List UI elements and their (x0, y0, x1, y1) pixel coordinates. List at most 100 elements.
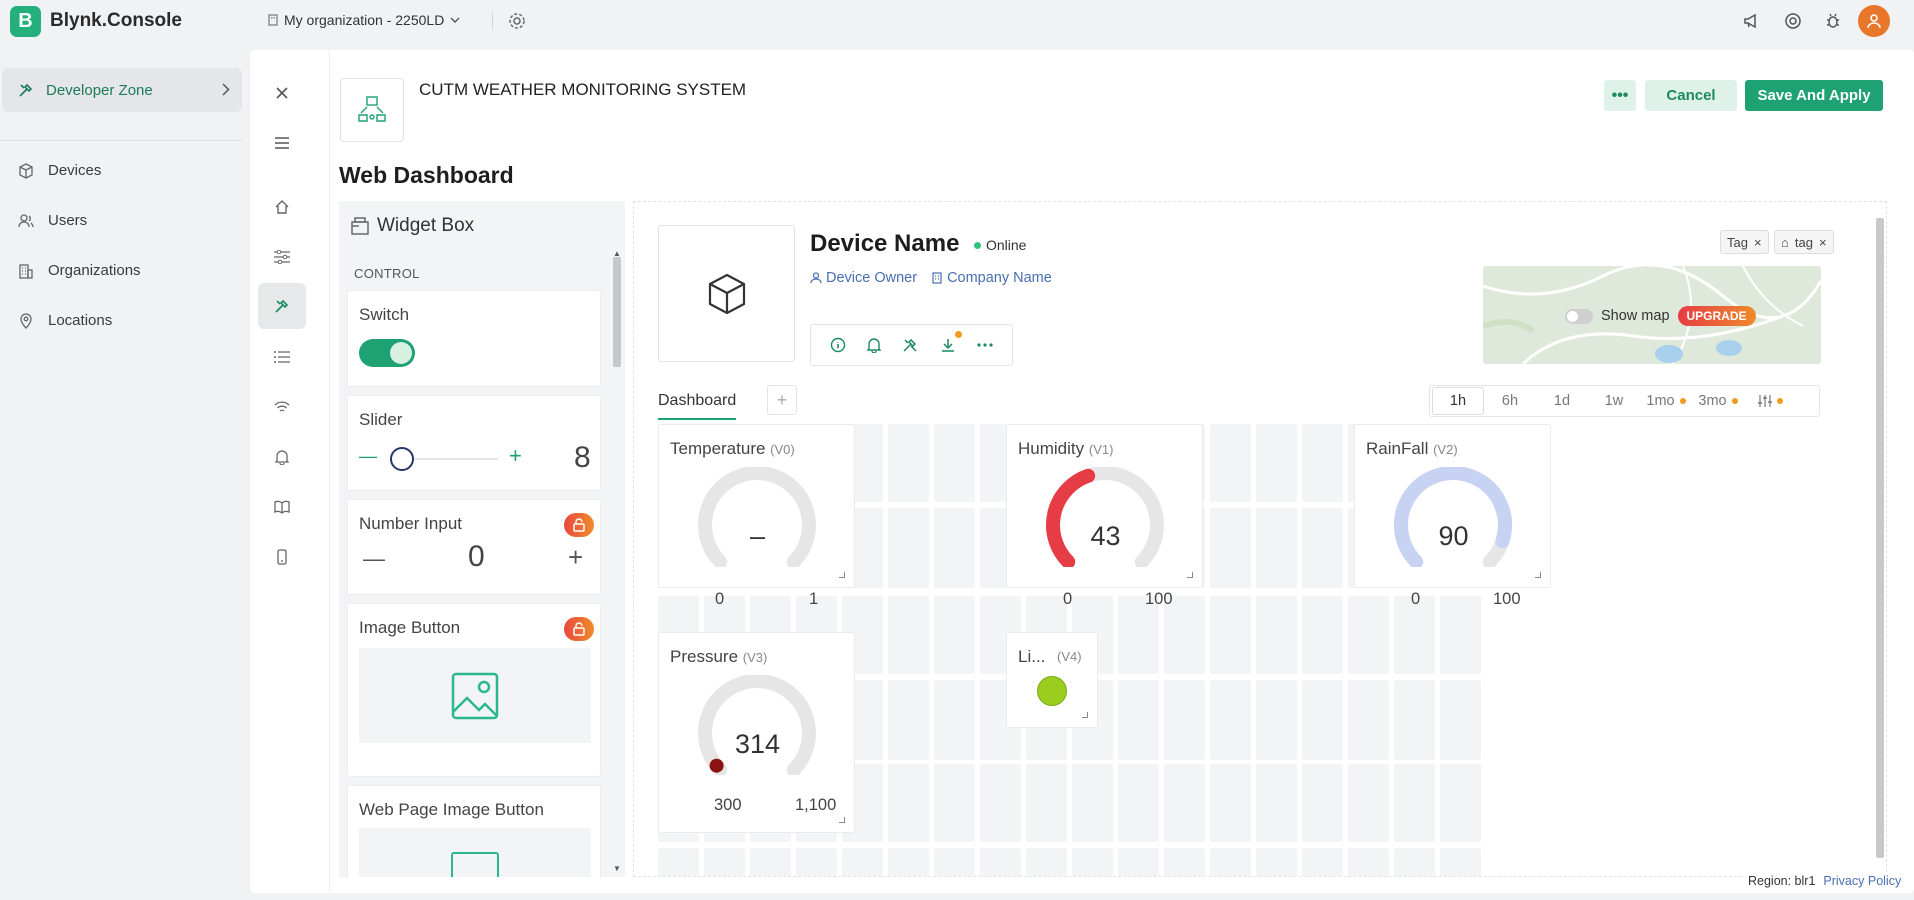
template-image[interactable] (340, 78, 404, 142)
upgrade-badge[interactable]: UPGRADE (1677, 306, 1756, 326)
template-section-icons (250, 50, 330, 893)
app-name[interactable]: Blynk.Console (50, 10, 182, 32)
list-icon[interactable] (258, 334, 306, 380)
widget-slider[interactable]: Slider — + 8 (347, 395, 601, 491)
privacy-policy-link[interactable]: Privacy Policy (1823, 874, 1901, 888)
slider-plus-button[interactable]: + (509, 443, 522, 469)
resize-handle[interactable] (1187, 572, 1193, 578)
upgrade-lock-badge[interactable] (564, 617, 594, 641)
grid-cell (1302, 848, 1343, 876)
help-lifebuoy-icon[interactable] (1784, 12, 1802, 30)
resize-handle[interactable] (839, 817, 845, 823)
tag-chip[interactable]: ⌂ tag × (1774, 230, 1834, 254)
bell-icon[interactable] (258, 434, 306, 480)
hamburger-menu-icon[interactable] (258, 120, 306, 166)
top-bar: B Blynk.Console My organization - 2250LD (0, 0, 1914, 42)
slider-handle[interactable] (390, 447, 414, 471)
cube-icon (18, 162, 34, 179)
footer: Region: blr1 Privacy Policy (1744, 872, 1906, 890)
range-3mo[interactable]: 3mo (1692, 393, 1744, 409)
blynk-logo[interactable]: B (10, 6, 41, 37)
remove-tag-icon[interactable]: × (1754, 235, 1762, 250)
tools-icon[interactable] (902, 337, 918, 353)
premium-dot (1731, 398, 1738, 404)
show-map-toggle[interactable] (1565, 308, 1593, 324)
sidebar-item-devices[interactable]: Devices (18, 162, 101, 179)
widget-title: Pressure (V3) (670, 647, 767, 667)
widget-number-input[interactable]: Number Input — 0 + (347, 499, 601, 595)
widget-web-page-image-button[interactable]: Web Page Image Button (347, 785, 601, 877)
sidebar-item-users[interactable]: Users (18, 212, 87, 229)
range-1h[interactable]: 1h (1432, 387, 1484, 415)
grid-cell (1440, 680, 1481, 760)
sidebar-item-organizations[interactable]: Organizations (18, 262, 141, 279)
range-1d[interactable]: 1d (1536, 393, 1588, 409)
scroll-down-arrow-icon[interactable]: ▼ (613, 864, 621, 873)
grid-cell (1348, 680, 1389, 760)
grid-cell (1118, 848, 1159, 876)
widget-title-text: Temperature (670, 439, 766, 458)
gauge-widget-temperature[interactable]: Temperature (V0) – 0 1 (658, 424, 855, 608)
bug-report-icon[interactable] (1824, 12, 1842, 30)
download-icon[interactable] (940, 331, 962, 353)
device-map-preview[interactable]: Show map UPGRADE (1483, 266, 1821, 364)
bell-icon[interactable] (867, 337, 882, 353)
gauge-arc (1394, 467, 1512, 567)
grid-cell (1302, 764, 1343, 842)
widget-switch[interactable]: Switch (347, 290, 601, 387)
home-icon[interactable] (258, 184, 306, 230)
more-options-button[interactable]: ••• (1604, 80, 1636, 111)
wifi-icon[interactable] (258, 384, 306, 430)
led-widget[interactable]: Li... (V4) (1006, 632, 1098, 728)
range-label: 1mo (1646, 393, 1675, 409)
grid-cell (1210, 848, 1251, 876)
grid-cell (888, 848, 929, 876)
close-icon[interactable] (258, 70, 306, 116)
scroll-up-arrow-icon[interactable]: ▲ (613, 249, 621, 258)
book-icon[interactable] (258, 484, 306, 530)
datastreams-icon[interactable] (258, 234, 306, 280)
upgrade-lock-badge[interactable] (564, 513, 594, 537)
developer-zone-item[interactable]: Developer Zone (2, 68, 242, 112)
custom-range-button[interactable] (1744, 395, 1796, 407)
resize-handle[interactable] (839, 572, 845, 578)
range-1mo[interactable]: 1mo (1640, 393, 1692, 409)
device-owner-link[interactable]: Device Owner (810, 270, 917, 286)
more-horizontal-icon[interactable] (977, 343, 993, 347)
settings-gear-icon[interactable] (508, 12, 526, 30)
user-avatar[interactable] (1858, 5, 1890, 37)
info-icon[interactable] (830, 337, 846, 353)
save-and-apply-button[interactable]: Save And Apply (1745, 80, 1883, 111)
dashboard-scroll-thumb[interactable] (1876, 218, 1884, 858)
number-increment-button[interactable]: + (568, 542, 583, 573)
slider-minus-button[interactable]: — (359, 446, 377, 467)
resize-handle[interactable] (1535, 572, 1541, 578)
cancel-button[interactable]: Cancel (1645, 80, 1737, 111)
widget-box-scroll-thumb[interactable] (613, 257, 621, 367)
number-decrement-button[interactable]: — (363, 546, 385, 572)
tag-chip[interactable]: Tag × (1720, 230, 1769, 254)
sliders-icon (1757, 395, 1772, 407)
resize-handle[interactable] (1082, 712, 1088, 718)
show-map-control[interactable]: Show map UPGRADE (1565, 306, 1756, 326)
gauge-widget-rainfall[interactable]: RainFall (V2) 90 0 100 (1354, 424, 1551, 608)
sidebar-item-locations[interactable]: Locations (18, 312, 112, 329)
range-6h[interactable]: 6h (1484, 393, 1536, 409)
chevron-down-icon (450, 17, 460, 24)
widget-image-button[interactable]: Image Button (347, 603, 601, 777)
gauge-widget-pressure[interactable]: Pressure (V3) 314 300 1,100 (658, 632, 855, 833)
range-1w[interactable]: 1w (1588, 393, 1640, 409)
web-dashboard-icon[interactable] (258, 283, 306, 329)
gauge-widget-humidity[interactable]: Humidity (V1) 43 0 100 (1006, 424, 1203, 608)
grid-cell (888, 764, 929, 842)
remove-tag-icon[interactable]: × (1819, 235, 1827, 250)
megaphone-icon[interactable] (1743, 12, 1761, 30)
company-name-link[interactable]: Company Name (931, 270, 1052, 286)
tab-dashboard[interactable]: Dashboard (658, 392, 737, 420)
organization-selector[interactable]: My organization - 2250LD (268, 12, 460, 28)
add-tab-button[interactable]: + (767, 385, 797, 415)
switch-toggle[interactable] (359, 339, 415, 367)
sidebar-item-label: Users (48, 212, 88, 229)
section-label: CONTROL (354, 266, 420, 281)
mobile-icon[interactable] (258, 534, 306, 580)
